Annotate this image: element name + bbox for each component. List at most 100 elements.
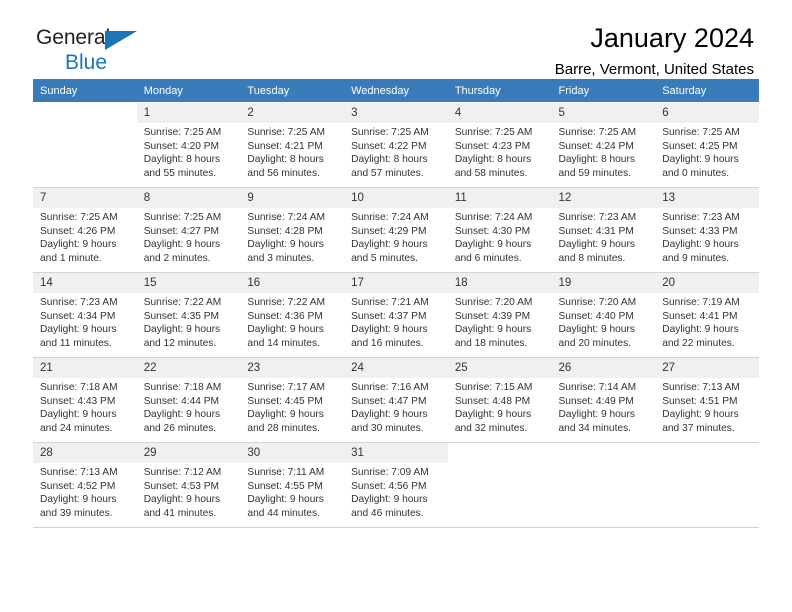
day-cell-inner: 25 Sunrise: 7:15 AM Sunset: 4:48 PM Dayligh… — [447, 358, 552, 442]
day-cell-inner: 24 Sunrise: 7:16 AM Sunset: 4:47 PM Dayligh… — [344, 358, 448, 442]
sunrise-text: Sunrise: 7:24 AM — [454, 212, 533, 223]
day-details: Sunrise: 7:20 AM Sunset: 4:40 PM Daylight:… — [552, 293, 656, 350]
calendar-header-row: Sunday Monday Tuesday Wednesday Thursday Frid… — [33, 79, 759, 103]
day-cell-inner: 23 Sunrise: 7:17 AM Sunset: 4:45 PM Dayligh… — [240, 358, 345, 442]
calendar-day-cell[interactable]: 3 Sunrise: 7:25 AM Sunset: 4:22 PM Daylight… — [344, 102, 448, 188]
day-details: Sunrise: 7:23 AM Sunset: 4:33 PM Daylight:… — [655, 208, 759, 265]
daylight-text: Daylight: 8 hours and 58 minutes. — [454, 154, 532, 179]
day-number: 21 — [33, 358, 137, 378]
day-details: Sunrise: 7:25 AM Sunset: 4:22 PM Daylight:… — [344, 123, 448, 180]
calendar-day-cell[interactable]: 27 Sunrise: 7:13 AM Sunset: 4:51 PM Dayligh… — [655, 357, 759, 443]
calendar-day-cell[interactable]: 13 Sunrise: 7:23 AM Sunset: 4:33 PM Dayligh… — [655, 187, 759, 273]
calendar-day-cell[interactable]: 22 Sunrise: 7:18 AM Sunset: 4:44 PM Dayligh… — [136, 357, 241, 443]
day-cell-inner: 22 Sunrise: 7:18 AM Sunset: 4:44 PM Dayligh… — [136, 358, 241, 442]
daylight-text: Daylight: 8 hours and 59 minutes. — [558, 154, 635, 179]
sunset-text: Sunset: 4:23 PM — [454, 140, 531, 152]
calendar-day-cell[interactable]: 26 Sunrise: 7:14 AM Sunset: 4:49 PM Dayligh… — [551, 357, 656, 443]
day-number: 17 — [344, 273, 448, 293]
day-number: 26 — [551, 358, 656, 378]
calendar-day-cell[interactable]: 8 Sunrise: 7:25 AM Sunset: 4:27 PM Daylight… — [136, 187, 241, 273]
calendar-day-cell[interactable]: 6 Sunrise: 7:25 AM Sunset: 4:25 PM Daylight… — [655, 102, 759, 188]
calendar-day-cell[interactable]: 5 Sunrise: 7:25 AM Sunset: 4:24 PM Daylight… — [551, 102, 656, 188]
day-cell-inner: 30 Sunrise: 7:11 AM Sunset: 4:55 PM Dayligh… — [240, 443, 345, 527]
calendar-day-cell[interactable]: 7 Sunrise: 7:25 AM Sunset: 4:26 PM Daylight… — [33, 187, 137, 273]
sunrise-text: Sunrise: 7:13 AM — [662, 382, 740, 393]
day-details: Sunrise: 7:19 AM Sunset: 4:41 PM Daylight:… — [655, 293, 759, 350]
calendar-day-cell[interactable]: 11 Sunrise: 7:24 AM Sunset: 4:30 PM Dayligh… — [447, 187, 552, 273]
calendar-day-cell[interactable]: 21 Sunrise: 7:18 AM Sunset: 4:43 PM Dayligh… — [33, 357, 137, 443]
calendar-day-cell[interactable]: 29 Sunrise: 7:12 AM Sunset: 4:53 PM Dayligh… — [136, 442, 241, 528]
day-cell-inner: 1 Sunrise: 7:25 AM Sunset: 4:20 PM Daylight… — [136, 103, 241, 187]
calendar-day-cell[interactable]: 25 Sunrise: 7:15 AM Sunset: 4:48 PM Dayligh… — [447, 357, 552, 443]
sunset-text: Sunset: 4:44 PM — [143, 395, 220, 407]
day-number: 16 — [240, 273, 345, 293]
calendar-day-cell[interactable]: 30 Sunrise: 7:11 AM Sunset: 4:55 PM Dayligh… — [240, 442, 345, 528]
calendar-day-cell[interactable]: 16 Sunrise: 7:22 AM Sunset: 4:36 PM Dayligh… — [240, 272, 345, 358]
sunrise-text: Sunrise: 7:24 AM — [247, 212, 325, 223]
sunrise-text: Sunrise: 7:18 AM — [143, 382, 222, 393]
calendar-day-cell[interactable]: 14 Sunrise: 7:23 AM Sunset: 4:34 PM Dayligh… — [33, 272, 137, 358]
day-cell-inner: 31 Sunrise: 7:09 AM Sunset: 4:56 PM Dayligh… — [344, 443, 448, 527]
sunset-text: Sunset: 4:40 PM — [558, 310, 634, 322]
daylight-text: Daylight: 9 hours and 46 minutes. — [351, 494, 428, 519]
sunrise-text: Sunrise: 7:25 AM — [143, 212, 222, 223]
day-cell-inner: 11 Sunrise: 7:24 AM Sunset: 4:30 PM Dayligh… — [447, 188, 552, 272]
day-details: Sunrise: 7:24 AM Sunset: 4:28 PM Daylight:… — [240, 208, 344, 265]
day-cell-inner: 20 Sunrise: 7:19 AM Sunset: 4:41 PM Dayligh… — [655, 273, 759, 357]
sunrise-text: Sunrise: 7:20 AM — [454, 297, 533, 308]
day-cell-inner: 29 Sunrise: 7:12 AM Sunset: 4:53 PM Dayligh… — [136, 443, 241, 527]
calendar-day-cell[interactable]: 23 Sunrise: 7:17 AM Sunset: 4:45 PM Dayligh… — [240, 357, 345, 443]
day-cell-inner — [655, 443, 759, 527]
day-cell-inner — [552, 443, 656, 527]
sunset-text: Sunset: 4:39 PM — [454, 310, 531, 322]
calendar-day-cell[interactable]: 4 Sunrise: 7:25 AM Sunset: 4:23 PM Daylight… — [447, 102, 552, 188]
calendar-day-cell[interactable]: 9 Sunrise: 7:24 AM Sunset: 4:28 PM Daylight… — [240, 187, 345, 273]
calendar-day-cell[interactable]: 12 Sunrise: 7:23 AM Sunset: 4:31 PM Dayligh… — [551, 187, 656, 273]
calendar-week-row: 28 Sunrise: 7:13 AM Sunset: 4:52 PM Dayligh… — [33, 442, 759, 528]
daylight-text: Daylight: 9 hours and 44 minutes. — [247, 494, 324, 519]
calendar-day-cell[interactable]: 19 Sunrise: 7:20 AM Sunset: 4:40 PM Dayligh… — [551, 272, 656, 358]
day-details: Sunrise: 7:24 AM Sunset: 4:30 PM Daylight:… — [448, 208, 552, 265]
generalblue-logo[interactable]: General Blue — [36, 27, 166, 75]
calendar-day-cell[interactable]: 24 Sunrise: 7:16 AM Sunset: 4:47 PM Dayligh… — [344, 357, 448, 443]
day-details: Sunrise: 7:24 AM Sunset: 4:29 PM Daylight:… — [344, 208, 448, 265]
calendar-cell-empty — [447, 442, 552, 528]
day-details: Sunrise: 7:25 AM Sunset: 4:26 PM Daylight:… — [33, 208, 137, 265]
day-cell-inner: 3 Sunrise: 7:25 AM Sunset: 4:22 PM Daylight… — [344, 103, 448, 187]
daylight-text: Daylight: 9 hours and 34 minutes. — [558, 409, 635, 434]
calendar-day-cell[interactable]: 1 Sunrise: 7:25 AM Sunset: 4:20 PM Daylight… — [136, 102, 241, 188]
day-details: Sunrise: 7:21 AM Sunset: 4:37 PM Daylight:… — [344, 293, 448, 350]
day-cell-inner: 27 Sunrise: 7:13 AM Sunset: 4:51 PM Dayligh… — [655, 358, 759, 442]
daylight-text: Daylight: 9 hours and 5 minutes. — [351, 239, 428, 264]
daylight-text: Daylight: 9 hours and 0 minutes. — [662, 154, 739, 179]
calendar-day-cell[interactable]: 15 Sunrise: 7:22 AM Sunset: 4:35 PM Dayligh… — [136, 272, 241, 358]
calendar-day-cell[interactable]: 2 Sunrise: 7:25 AM Sunset: 4:21 PM Daylight… — [240, 102, 345, 188]
day-details: Sunrise: 7:25 AM Sunset: 4:24 PM Daylight:… — [552, 123, 656, 180]
sunset-text: Sunset: 4:37 PM — [351, 310, 427, 322]
calendar-day-cell[interactable]: 10 Sunrise: 7:24 AM Sunset: 4:29 PM Dayligh… — [344, 187, 448, 273]
day-number: 19 — [551, 273, 656, 293]
daylight-text: Daylight: 9 hours and 41 minutes. — [143, 494, 221, 519]
day-number: 3 — [344, 103, 448, 123]
daylight-text: Daylight: 9 hours and 18 minutes. — [454, 324, 532, 349]
day-cell-inner: 14 Sunrise: 7:23 AM Sunset: 4:34 PM Dayligh… — [33, 273, 137, 357]
day-number: 29 — [136, 443, 241, 463]
sunset-text: Sunset: 4:35 PM — [143, 310, 220, 322]
calendar-day-cell[interactable]: 28 Sunrise: 7:13 AM Sunset: 4:52 PM Dayligh… — [33, 442, 137, 528]
day-details: Sunrise: 7:25 AM Sunset: 4:25 PM Daylight:… — [655, 123, 759, 180]
sunset-text: Sunset: 4:20 PM — [143, 140, 220, 152]
calendar-day-cell[interactable]: 20 Sunrise: 7:19 AM Sunset: 4:41 PM Dayligh… — [655, 272, 759, 358]
logo-triangle-icon — [105, 31, 137, 50]
calendar-day-cell[interactable]: 17 Sunrise: 7:21 AM Sunset: 4:37 PM Dayligh… — [344, 272, 448, 358]
calendar-day-cell[interactable]: 18 Sunrise: 7:20 AM Sunset: 4:39 PM Dayligh… — [447, 272, 552, 358]
sunrise-text: Sunrise: 7:12 AM — [143, 467, 222, 478]
day-cell-inner: 16 Sunrise: 7:22 AM Sunset: 4:36 PM Dayligh… — [240, 273, 345, 357]
daylight-text: Daylight: 9 hours and 12 minutes. — [143, 324, 221, 349]
daylight-text: Daylight: 9 hours and 9 minutes. — [662, 239, 739, 264]
calendar-day-cell[interactable]: 31 Sunrise: 7:09 AM Sunset: 4:56 PM Dayligh… — [344, 442, 448, 528]
weekday-header-sunday: Sunday — [33, 79, 137, 103]
day-cell-inner: 21 Sunrise: 7:18 AM Sunset: 4:43 PM Dayligh… — [33, 358, 137, 442]
sunset-text: Sunset: 4:33 PM — [662, 225, 738, 237]
weekday-header-wednesday: Wednesday — [344, 79, 448, 103]
weekday-header-saturday: Saturday — [655, 79, 759, 103]
